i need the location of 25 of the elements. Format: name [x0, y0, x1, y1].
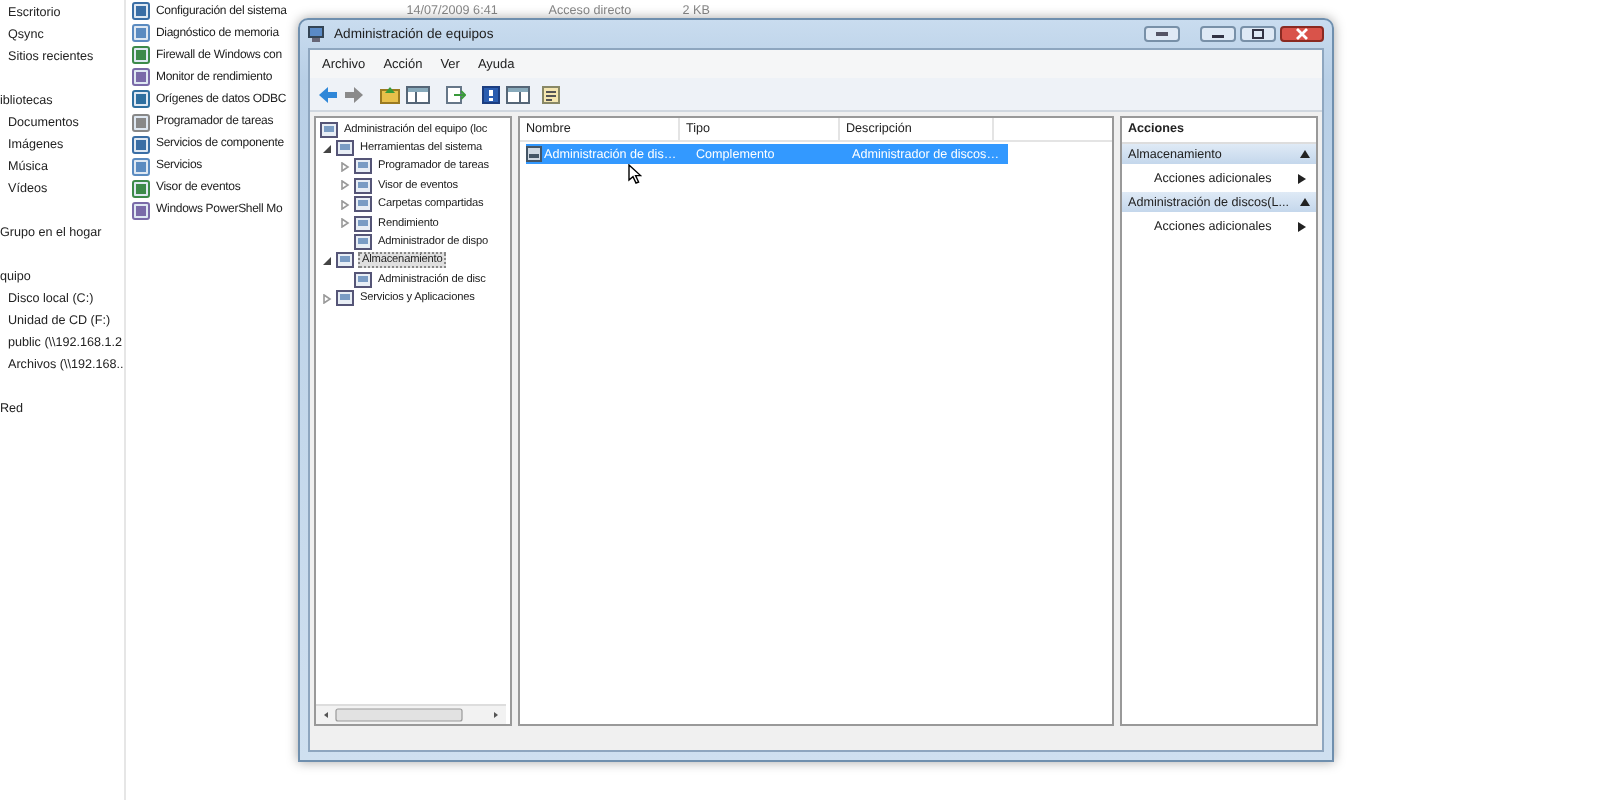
scrollbar[interactable]	[316, 704, 506, 724]
folder-up-icon[interactable]	[380, 85, 400, 103]
cursor-icon	[628, 164, 642, 184]
collapse-icon[interactable]	[1300, 150, 1310, 158]
collapsed-arrow-icon[interactable]	[339, 180, 349, 191]
minimize-button[interactable]	[1200, 26, 1236, 42]
computer-icon	[308, 25, 326, 43]
collapsed-arrow-icon[interactable]	[339, 161, 349, 172]
collapsed-arrow-icon[interactable]	[339, 218, 349, 229]
window-button[interactable]	[1144, 26, 1180, 42]
close-button[interactable]	[1280, 26, 1324, 42]
expanded-arrow-icon[interactable]	[321, 255, 331, 266]
properties-icon[interactable]	[542, 85, 562, 103]
export-icon[interactable]	[446, 85, 466, 103]
submenu-arrow-icon	[1298, 173, 1306, 183]
panel-icon[interactable]	[506, 85, 530, 103]
back-icon[interactable]	[318, 85, 338, 103]
submenu-arrow-icon	[1298, 221, 1306, 231]
forward-icon[interactable]	[344, 85, 364, 103]
expanded-arrow-icon[interactable]	[321, 143, 331, 154]
panel-icon[interactable]	[406, 85, 430, 103]
collapse-icon[interactable]	[1300, 198, 1310, 206]
collapsed-arrow-icon[interactable]	[321, 293, 331, 304]
maximize-button[interactable]	[1240, 26, 1276, 42]
collapsed-arrow-icon[interactable]	[339, 199, 349, 210]
